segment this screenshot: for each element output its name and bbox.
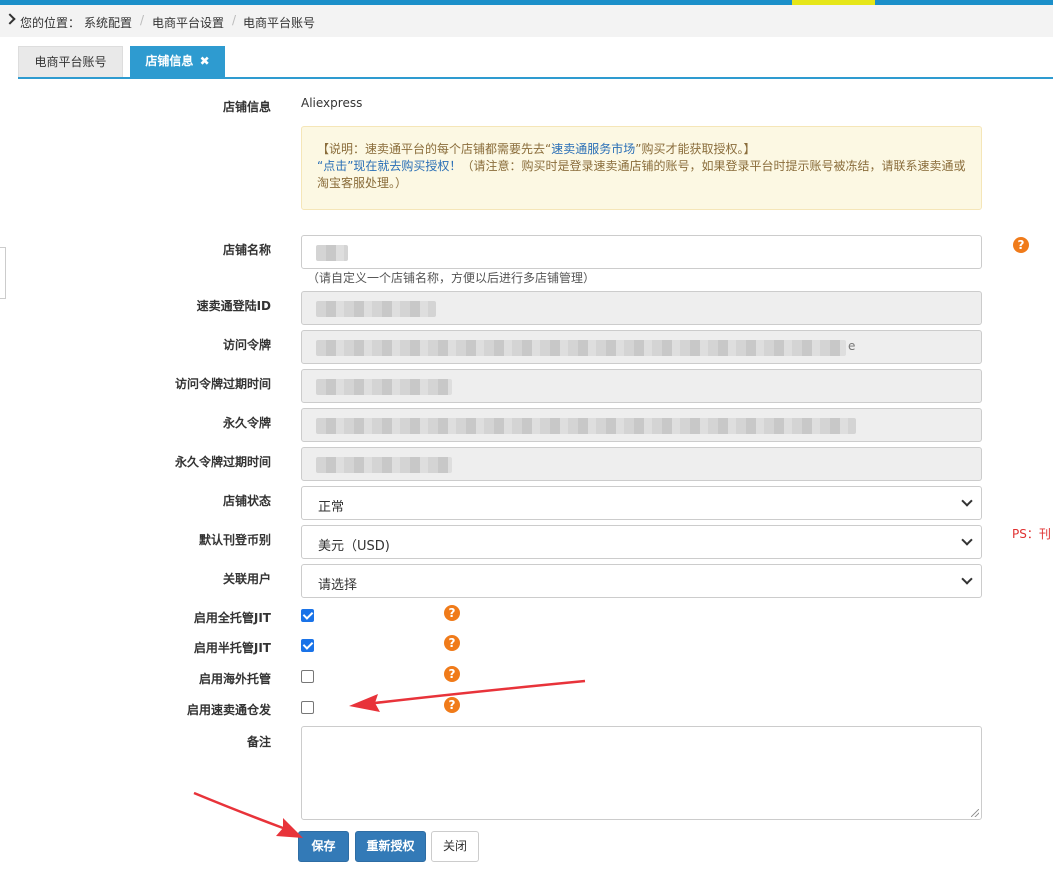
annotation-arrow-save: [193, 791, 303, 838]
resize-grip-icon[interactable]: [971, 809, 979, 817]
help-icon[interactable]: ?: [444, 666, 460, 682]
half-jit-checkbox[interactable]: [301, 639, 314, 652]
chevron-right-icon: [4, 13, 16, 25]
currency-select[interactable]: 美元（USD): [301, 525, 982, 559]
breadcrumb-prefix: 您的位置：: [20, 16, 81, 30]
refresh-token-label: 永久令牌: [222, 416, 271, 430]
breadcrumb-item-platform-accounts[interactable]: 电商平台账号: [243, 14, 315, 31]
save-button[interactable]: 保存: [298, 831, 349, 862]
overseas-hosting-label: 启用海外托管: [198, 672, 271, 686]
redacted-value: [316, 340, 846, 356]
access-token-expiry-label: 访问令牌过期时间: [174, 377, 271, 391]
shop-name-input[interactable]: [301, 235, 982, 269]
chevron-down-icon: [961, 534, 973, 546]
remark-label: 备注: [246, 735, 271, 749]
redacted-value: [316, 457, 452, 473]
login-id-label: 速卖通登陆ID: [196, 299, 271, 313]
associated-user-value: 请选择: [318, 578, 358, 593]
service-market-link[interactable]: 速卖通服务市场: [551, 142, 635, 156]
breadcrumb: 您的位置： 系统配置 / 电商平台设置 / 电商平台账号: [0, 5, 1053, 37]
currency-ps-note: PS：刊: [1012, 527, 1051, 541]
login-id-field: [301, 291, 982, 325]
close-icon[interactable]: ✖: [200, 54, 210, 68]
notice-text: ”购买才能获取授权。】: [635, 142, 756, 156]
overseas-hosting-checkbox[interactable]: [301, 670, 314, 683]
associated-user-select[interactable]: 请选择: [301, 564, 982, 598]
half-jit-label: 启用半托管JIT: [193, 641, 271, 655]
auth-notice: 【说明：速卖通平台的每个店铺都需要先去“速卖通服务市场”购买才能获取授权。】 “…: [301, 126, 982, 210]
breadcrumb-separator: /: [232, 13, 237, 27]
close-button[interactable]: 关闭: [431, 831, 479, 862]
chevron-down-icon: [961, 495, 973, 507]
full-jit-checkbox[interactable]: [301, 609, 314, 622]
reauthorize-button[interactable]: 重新授权: [355, 831, 426, 862]
shop-name-hint: （请自定义一个店铺名称，方便以后进行多店铺管理）: [307, 271, 596, 285]
shop-status-label: 店铺状态: [222, 494, 271, 508]
tab-shop-info-label: 店铺信息: [145, 54, 194, 68]
side-panel-handle[interactable]: [0, 247, 6, 299]
redacted-value: [316, 301, 436, 317]
chevron-down-icon: [961, 573, 973, 585]
tab-platform-accounts[interactable]: 电商平台账号: [18, 46, 123, 77]
help-icon[interactable]: ?: [1013, 237, 1029, 253]
help-icon[interactable]: ?: [444, 697, 460, 713]
shop-name-label: 店铺名称: [222, 243, 271, 257]
annotation-arrow-warehouse: [349, 679, 586, 712]
notice-text: 【说明：速卖通平台的每个店铺都需要先去“: [317, 142, 552, 156]
currency-label: 默认刊登币别: [198, 533, 271, 547]
access-token-label: 访问令牌: [222, 338, 271, 352]
full-jit-label: 启用全托管JIT: [193, 611, 271, 625]
shop-status-select[interactable]: 正常: [301, 486, 982, 520]
refresh-token-expiry-label: 永久令牌过期时间: [174, 455, 271, 469]
shop-status-value: 正常: [318, 500, 345, 515]
warehouse-shipping-label: 启用速卖通仓发: [186, 703, 271, 717]
breadcrumb-separator: /: [140, 13, 145, 27]
help-icon[interactable]: ?: [444, 605, 460, 621]
redacted-value: [316, 418, 856, 434]
warehouse-shipping-checkbox[interactable]: [301, 701, 314, 714]
currency-value: 美元（USD): [318, 539, 390, 554]
refresh-token-expiry-field: [301, 447, 982, 481]
associated-user-label: 关联用户: [222, 572, 271, 586]
access-token-expiry-field: [301, 369, 982, 403]
redacted-value: [316, 245, 348, 261]
help-icon[interactable]: ?: [444, 635, 460, 651]
breadcrumb-item-platform-settings[interactable]: 电商平台设置: [152, 14, 224, 31]
access-token-field: e: [301, 330, 982, 364]
buy-authorization-link[interactable]: “点击”现在就去购买授权！: [317, 159, 461, 173]
tab-shop-info[interactable]: 店铺信息 ✖: [130, 46, 225, 77]
redacted-value: [316, 379, 452, 395]
shop-info-label: 店铺信息: [222, 100, 271, 114]
shop-platform-value: Aliexpress: [301, 96, 363, 110]
tab-underline: [18, 77, 1053, 79]
access-token-tail: e: [848, 339, 856, 353]
refresh-token-field: [301, 408, 982, 442]
breadcrumb-item-system-config[interactable]: 系统配置: [84, 14, 132, 31]
remark-textarea[interactable]: [301, 726, 982, 820]
